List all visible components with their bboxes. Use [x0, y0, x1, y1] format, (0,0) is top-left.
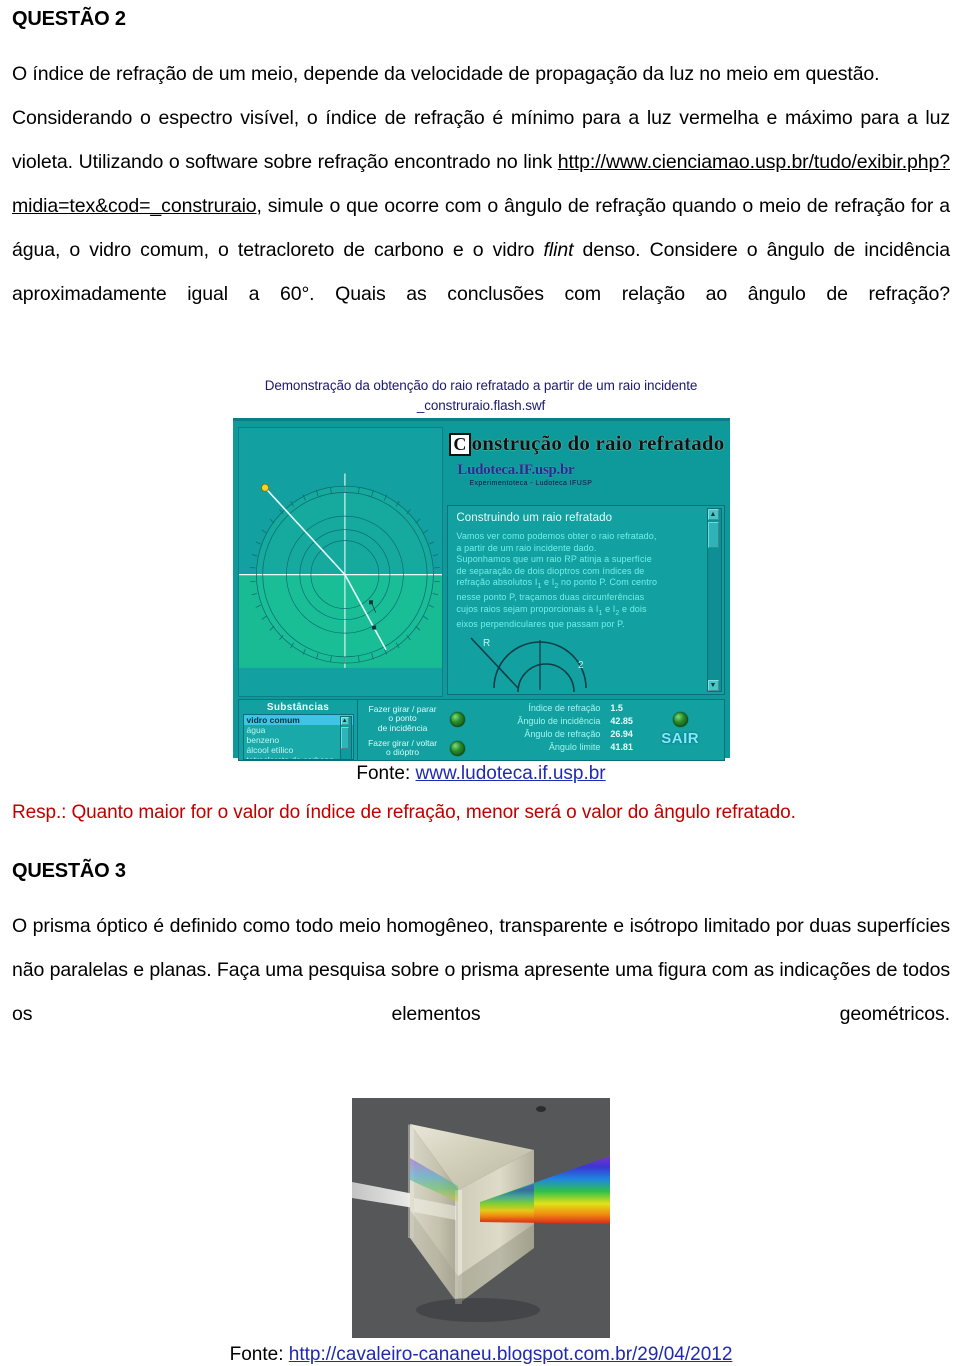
- mini-figure-label-r: R: [483, 638, 490, 649]
- scroll-thumb[interactable]: [708, 522, 719, 548]
- readout-row-angulo-limite: Ângulo limite 41.81: [482, 741, 633, 754]
- control-1-label: Fazer girar / parar o ponto de incidênci…: [362, 705, 444, 734]
- instruction-line-7a: cujos raios sejam proporcionais à I: [456, 604, 598, 614]
- instruction-line-3: Suponhamos que um raio RP atinja a super…: [456, 554, 705, 566]
- flash-application-window[interactable]: Construção do raio refratado Ludoteca.IF…: [233, 418, 730, 758]
- figure-1-caption-line-2: _construraio.flash.swf: [233, 396, 730, 416]
- instruction-text-panel: Construindo um raio refratado Vamos ver …: [447, 505, 724, 695]
- figure-1-source-label: Fonte:: [356, 763, 415, 784]
- instruction-scrollbar[interactable]: ▲ ▼: [707, 508, 722, 692]
- answer-text: Quanto maior for o valor do índice de re…: [72, 802, 796, 823]
- instruction-line-7: cujos raios sejam proporcionais à I1 e I…: [456, 604, 705, 619]
- instruction-line-5b: e I: [541, 577, 554, 587]
- figure-prism: [352, 1098, 610, 1338]
- readout-label-2: Ângulo de refração: [482, 728, 610, 741]
- figure-2-source-label: Fonte:: [230, 1344, 289, 1365]
- instruction-body: Vamos ver como podemos obter o raio refr…: [456, 531, 705, 631]
- flash-upper-area: Construção do raio refratado Ludoteca.IF…: [238, 427, 725, 695]
- exit-area[interactable]: SAIR: [637, 700, 724, 760]
- control-1-led-button[interactable]: [450, 712, 465, 727]
- measurements-readout: Índice de refração 1.5 Ângulo de incidên…: [478, 700, 637, 760]
- app-logo-subtitle-2: Experimentoteca - Ludoteca IFUSP: [469, 480, 724, 487]
- rotation-controls: Fazer girar / parar o ponto de incidênci…: [358, 700, 479, 760]
- figure-1-caption: Demonstração da obtenção do raio refrata…: [233, 376, 730, 415]
- substance-item-agua[interactable]: água: [244, 725, 353, 735]
- substances-title: Substâncias: [243, 702, 354, 714]
- app-logo: Construção do raio refratado Ludoteca.IF…: [447, 427, 724, 503]
- figure-1-source: Fonte: www.ludoteca.if.usp.br: [12, 762, 950, 787]
- flint-italic: flint: [544, 239, 574, 261]
- app-logo-title-rest: onstrução do raio refratado: [472, 431, 725, 455]
- instruction-line-7c: e dois: [619, 604, 646, 614]
- instruction-line-5a: refração absolutos I: [456, 577, 537, 587]
- substance-item-tetracloreto-de-carbono[interactable]: tetracloreto de carbono: [244, 755, 353, 760]
- flash-control-strip: Substâncias vidro comum água benzeno álc…: [238, 699, 725, 761]
- substances-panel: Substâncias vidro comum água benzeno álc…: [239, 700, 358, 760]
- readout-value-1: 42.85: [610, 715, 633, 728]
- answer-prefix: Resp.:: [12, 802, 72, 823]
- instruction-line-5: refração absolutos I1 e I2 no ponto P. C…: [456, 577, 705, 592]
- mini-figure-label-2: 2: [578, 660, 584, 671]
- substance-item-vidro-comum[interactable]: vidro comum: [244, 715, 353, 725]
- instruction-line-7b: e I: [602, 604, 615, 614]
- readout-row-angulo-incidencia: Ângulo de incidência 42.85: [482, 715, 633, 728]
- readout-label-0: Índice de refração: [482, 702, 610, 715]
- readout-value-0: 1.5: [610, 702, 623, 715]
- ray-diagram-svg: [239, 428, 443, 696]
- exit-led-icon[interactable]: [673, 712, 688, 727]
- substance-item-alcool-etilico[interactable]: álcool etílico: [244, 745, 353, 755]
- answer-question-2: Resp.: Quanto maior for o valor do índic…: [12, 801, 950, 826]
- instruction-line-6: nesse ponto P, traçamos duas circunferên…: [456, 592, 705, 604]
- readout-row-indice-refracao: Índice de refração 1.5: [482, 702, 633, 715]
- figure-1-caption-line-1: Demonstração da obtenção do raio refrata…: [265, 378, 698, 393]
- readout-value-3: 41.81: [610, 741, 633, 754]
- substances-scrollbar[interactable]: ▲: [340, 716, 352, 760]
- question-2-heading: QUESTÃO 2: [12, 8, 950, 30]
- instruction-line-8: eixos perpendiculares que passam por P.: [456, 619, 705, 631]
- prism-photograph: [352, 1098, 610, 1338]
- mini-construction-figure: R 2: [456, 630, 646, 692]
- control-2-line-2: o dióptro: [362, 748, 444, 758]
- flash-info-column: Construção do raio refratado Ludoteca.IF…: [447, 427, 724, 695]
- readout-row-angulo-refracao: Ângulo de refração 26.94: [482, 728, 633, 741]
- instruction-line-4: de separação de dois dioptros com índice…: [456, 566, 705, 578]
- question-3-paragraph: O prisma óptico é definido como todo mei…: [12, 904, 950, 1080]
- control-2-led-button[interactable]: [450, 741, 465, 756]
- instruction-title: Construindo um raio refratado: [456, 512, 705, 524]
- figure-1-source-url[interactable]: www.ludoteca.if.usp.br: [416, 763, 606, 784]
- app-logo-dropcap: C: [449, 433, 470, 456]
- readout-label-1: Ângulo de incidência: [482, 715, 610, 728]
- ray-diagram-panel[interactable]: [238, 427, 444, 697]
- instruction-line-1: Vamos ver como podemos obter o raio refr…: [456, 531, 705, 543]
- app-logo-title: Construção do raio refratado: [449, 433, 724, 456]
- control-rotate-incidence-point[interactable]: Fazer girar / parar o ponto de incidênci…: [362, 705, 477, 734]
- substance-item-benzeno[interactable]: benzeno: [244, 735, 353, 745]
- readout-value-2: 26.94: [610, 728, 633, 741]
- app-logo-subtitle: Ludoteca.IF.usp.br: [457, 462, 724, 479]
- question-3-heading: QUESTÃO 3: [12, 860, 950, 882]
- substances-scroll-up-button[interactable]: ▲: [341, 717, 349, 725]
- control-rotate-dioptre[interactable]: Fazer girar / voltar o dióptro: [362, 739, 477, 758]
- question-2-paragraph-2: Considerando o espectro visível, o índic…: [12, 96, 950, 360]
- instruction-line-2: a partir de um raio incidente dado.: [456, 543, 705, 555]
- scroll-up-button[interactable]: ▲: [708, 509, 719, 520]
- figure-2-source-url[interactable]: http://cavaleiro-cananeu.blogspot.com.br…: [289, 1344, 733, 1365]
- instruction-line-5c: no ponto P. Com centro: [558, 577, 657, 587]
- substances-list[interactable]: vidro comum água benzeno álcool etílico …: [243, 714, 354, 760]
- control-2-label: Fazer girar / voltar o dióptro: [362, 739, 444, 758]
- q3-text: O prisma óptico é definido como todo mei…: [12, 915, 950, 1025]
- question-2-paragraph-1: O índice de refração de um meio, depende…: [12, 52, 950, 96]
- substances-scroll-thumb[interactable]: [341, 727, 349, 749]
- readout-label-3: Ângulo limite: [482, 741, 610, 754]
- figure-construraio: Demonstração da obtenção do raio refrata…: [233, 376, 730, 758]
- control-1-line-3: de incidência: [362, 724, 444, 734]
- document-page: QUESTÃO 2 O índice de refração de um mei…: [0, 0, 960, 1325]
- figure-2-source: Fonte: http://cavaleiro-cananeu.blogspot…: [12, 1344, 950, 1366]
- scroll-down-button[interactable]: ▼: [708, 680, 719, 691]
- q2-p1-text: O índice de refração de um meio, depende…: [12, 63, 880, 85]
- exit-button-label[interactable]: SAIR: [661, 730, 699, 747]
